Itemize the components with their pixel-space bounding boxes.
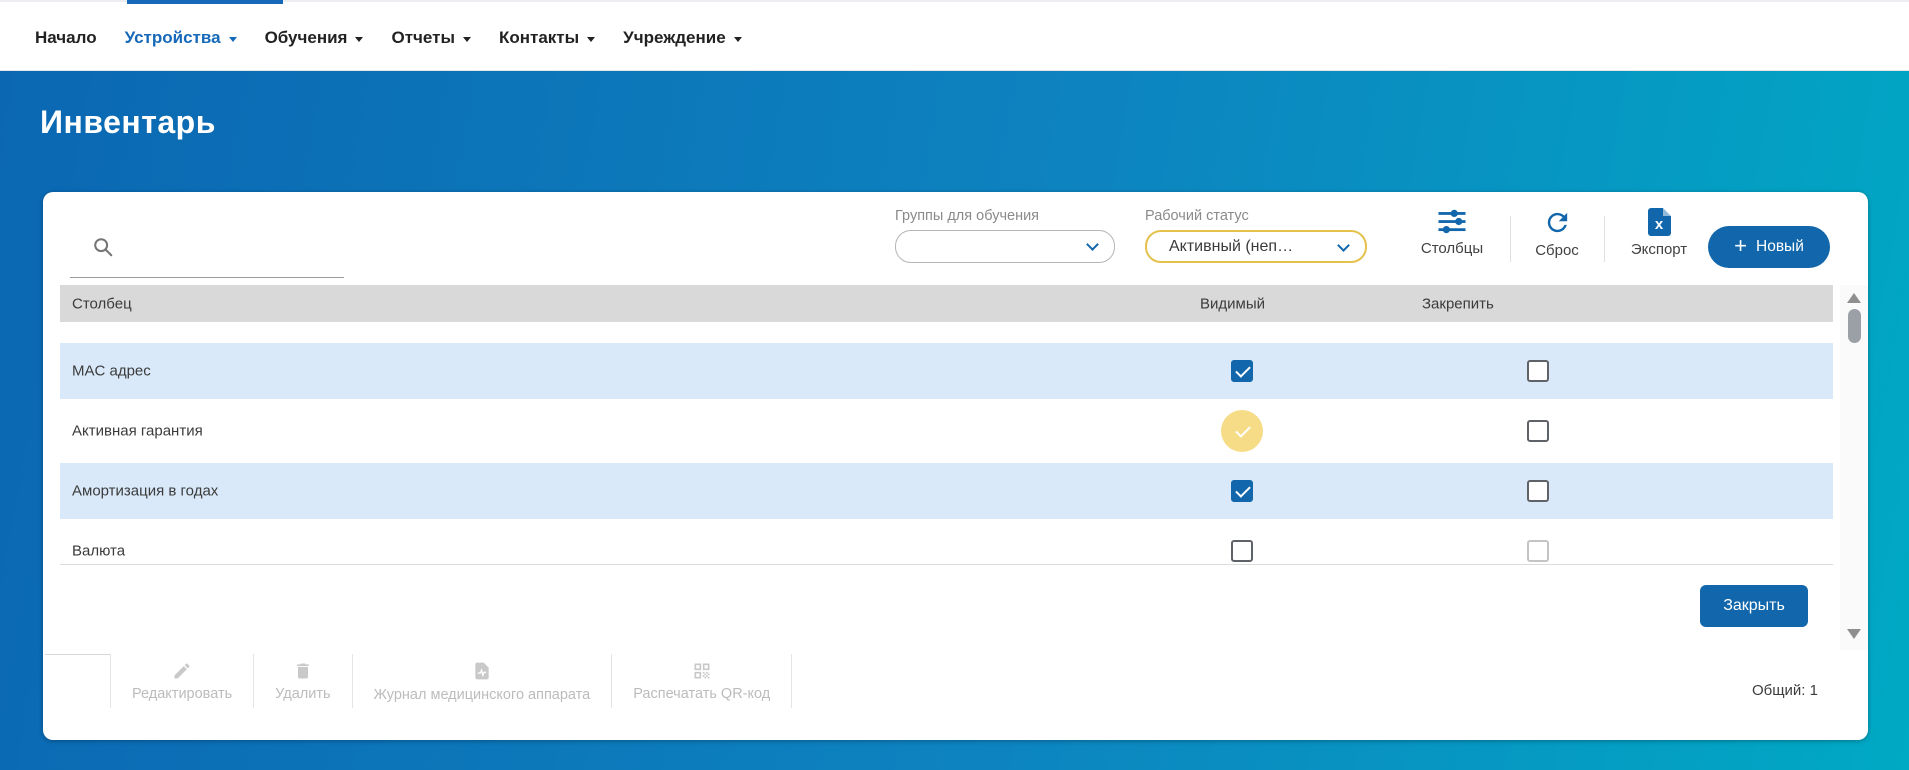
- export-button[interactable]: x Экспорт: [1615, 208, 1703, 258]
- header-column: Столбец: [72, 295, 132, 312]
- vertical-scrollbar[interactable]: [1840, 285, 1868, 650]
- footer-hairline: [45, 654, 111, 655]
- toolbar-divider: [1510, 216, 1511, 262]
- pinned-checkbox[interactable]: [1527, 480, 1549, 502]
- scroll-up-arrow-icon[interactable]: [1847, 293, 1861, 303]
- search-field: [70, 230, 344, 278]
- visible-checkbox[interactable]: [1221, 410, 1263, 452]
- visible-checkbox[interactable]: [1231, 540, 1253, 562]
- work-status-value: Активный (неп…: [1169, 238, 1294, 255]
- reset-button[interactable]: Сброс: [1520, 208, 1594, 259]
- close-button[interactable]: Закрыть: [1700, 585, 1808, 627]
- visible-checkbox[interactable]: [1231, 480, 1253, 502]
- chevron-down-icon: [587, 37, 596, 42]
- page-title: Инвентарь: [40, 104, 216, 140]
- table-row: Амортизация в годах: [60, 463, 1833, 519]
- table-row: MAC адрес: [60, 343, 1833, 399]
- app-window: Начало Устройства Обучения Отчеты Контак…: [0, 0, 1909, 770]
- device-log-button[interactable]: Журнал медицинского аппарата: [353, 654, 613, 708]
- excel-file-icon: x: [1647, 208, 1671, 236]
- column-name-label: Активная гарантия: [72, 422, 203, 440]
- columns-table-header: Столбец Видимый Закрепить: [60, 285, 1833, 322]
- inventory-card: Группы для обучения Рабочий статус Актив…: [43, 192, 1868, 740]
- edit-button[interactable]: Редактировать: [111, 654, 255, 708]
- plus-icon: +: [1734, 233, 1747, 258]
- footer-toolbar: Редактировать Удалить Журнал медицинског…: [110, 654, 793, 708]
- top-nav: Начало Устройства Обучения Отчеты Контак…: [0, 0, 1909, 71]
- column-name-label: Амортизация в годах: [72, 482, 219, 500]
- chevron-down-icon: [462, 37, 471, 42]
- active-tab-indicator: [127, 0, 283, 4]
- header-visible: Видимый: [1200, 295, 1265, 312]
- scroll-down-arrow-icon[interactable]: [1847, 629, 1861, 639]
- toolbar-divider: [1604, 216, 1605, 262]
- print-qr-button[interactable]: Распечатать QR-код: [612, 654, 793, 708]
- search-icon: [94, 238, 113, 257]
- header-pin: Закрепить: [1422, 295, 1494, 312]
- chevron-down-icon: [228, 37, 237, 42]
- qr-code-icon: [694, 663, 710, 678]
- training-groups-label: Группы для обучения: [895, 208, 1040, 224]
- pinned-checkbox[interactable]: [1527, 420, 1549, 442]
- table-row: Активная гарантия: [60, 403, 1833, 459]
- nav-item-reports[interactable]: Отчеты: [377, 28, 485, 48]
- nav-item-trainings[interactable]: Обучения: [251, 28, 378, 48]
- new-button[interactable]: + Новый: [1708, 226, 1830, 268]
- work-status-select[interactable]: Активный (неп…: [1145, 230, 1367, 263]
- pinned-checkbox[interactable]: [1527, 540, 1549, 562]
- medical-log-icon: [475, 662, 489, 679]
- nav-item-institution[interactable]: Учреждение: [609, 28, 756, 48]
- nav-item-devices[interactable]: Устройства: [111, 28, 251, 48]
- table-row: Валюта: [60, 523, 1833, 564]
- refresh-icon: [1547, 212, 1567, 233]
- nav-item-contacts[interactable]: Контакты: [485, 28, 609, 48]
- nav-top-hairline: [0, 0, 1909, 2]
- visible-checkbox[interactable]: [1231, 360, 1253, 382]
- search-input[interactable]: [126, 240, 338, 270]
- training-groups-select[interactable]: [895, 230, 1115, 263]
- delete-button[interactable]: Удалить: [254, 654, 353, 708]
- chevron-down-icon: [733, 37, 742, 42]
- trash-icon: [297, 663, 309, 678]
- sliders-icon: [1438, 209, 1466, 234]
- work-status-label: Рабочий статус: [1145, 208, 1249, 224]
- pencil-icon: [174, 662, 190, 678]
- columns-button[interactable]: Столбцы: [1406, 208, 1498, 257]
- total-count: Общий: 1: [1751, 682, 1818, 699]
- chevron-down-icon: [1086, 238, 1099, 251]
- chevron-down-icon: [355, 37, 364, 42]
- pinned-checkbox[interactable]: [1527, 360, 1549, 382]
- scrollbar-thumb[interactable]: [1847, 309, 1861, 343]
- column-name-label: MAC адрес: [72, 362, 151, 380]
- column-name-label: Валюта: [72, 542, 126, 560]
- columns-rows: MAC адрес Активная гарантия Амортизация в …: [60, 343, 1833, 565]
- nav-item-home[interactable]: Начало: [21, 28, 111, 48]
